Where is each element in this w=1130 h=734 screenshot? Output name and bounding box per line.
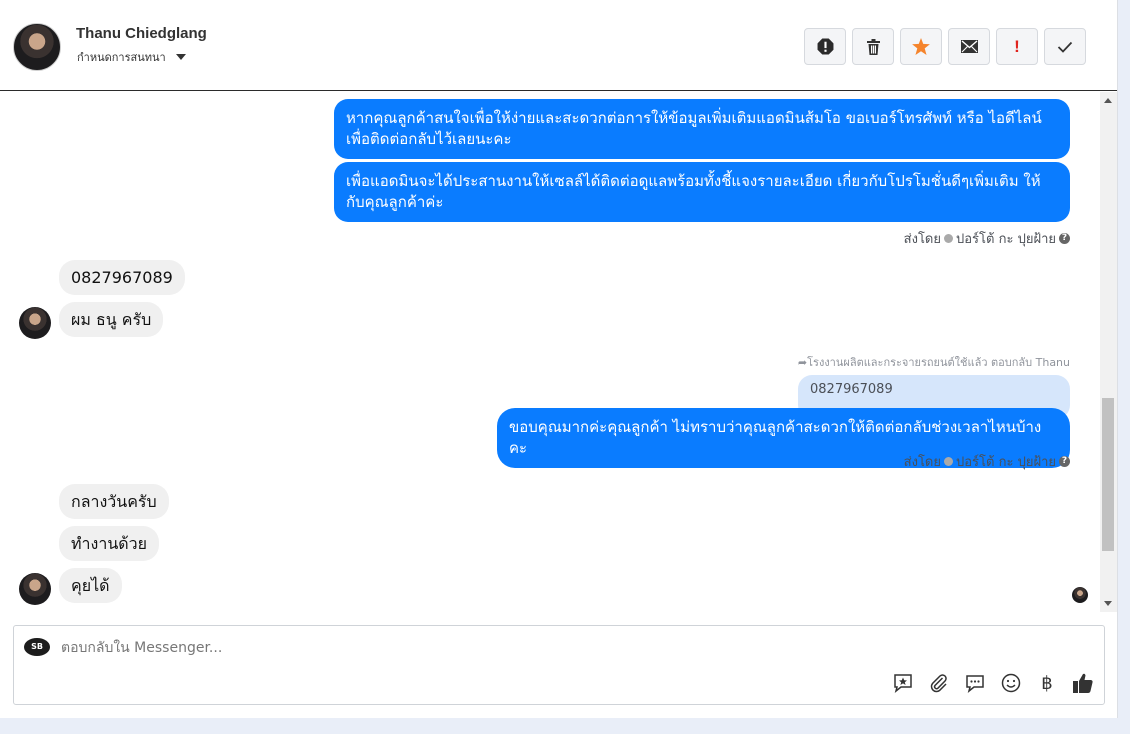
envelope-icon [960,40,978,53]
conversation-menu-label: กำหนดการสนทนา [77,51,166,64]
incoming-message[interactable]: คุยได้ [59,568,122,603]
seen-indicator-avatar [1072,587,1088,603]
outgoing-message[interactable]: เพื่อแอดมินจะได้ประสานงานให้เซลล์ได้ติดต… [334,162,1070,222]
attach-button[interactable] [928,672,950,694]
exclamation-icon: ! [1014,36,1020,56]
check-icon [1057,41,1073,53]
incoming-message[interactable]: ผม ธนู ครับ [59,302,164,337]
sent-by-info: ส่งโดย ปอร์โต้ กะ ปุยฝ้าย ? [904,451,1070,472]
thread-scrollbar[interactable] [1100,92,1117,612]
reply-context: ➦โรงงานผลิตและกระจายรถยนต์ใช้แล้ว ตอบกลั… [798,353,1070,371]
scroll-down-arrow-icon[interactable] [1104,601,1112,606]
help-icon[interactable]: ? [1059,233,1070,244]
thumbs-up-icon [1073,673,1093,693]
conversation-panel: Thanu Chiedglang กำหนดการสนทนา ! หากคุณล… [0,0,1118,718]
email-button[interactable] [948,28,990,65]
message-thread[interactable]: หากคุณลูกค้าสนใจเพื่อให้ง่ายและสะดวกต่อก… [0,92,1100,612]
exclamation-circle-icon [817,38,833,55]
header-actions: ! [804,28,1086,65]
smiley-icon [1001,673,1021,693]
report-spam-button[interactable] [804,28,846,65]
sender-icon [944,234,953,243]
delete-button[interactable] [852,28,894,65]
outgoing-message[interactable]: หากคุณลูกค้าสนใจเพื่อให้ง่ายและสะดวกต่อก… [334,99,1070,159]
like-button[interactable] [1072,672,1094,694]
contact-avatar-small [19,573,51,605]
conversation-menu[interactable]: กำหนดการสนทนา [77,48,186,66]
mark-important-button[interactable]: ! [996,28,1038,65]
chat-bubble-icon [966,675,984,693]
saved-reply-button[interactable] [892,672,914,694]
conversation-header: Thanu Chiedglang กำหนดการสนทนา ! [0,0,1117,91]
reply-context-text: โรงงานผลิตและกระจายรถยนต์ใช้แล้ว ตอบกลับ… [807,356,1070,369]
page-logo: SB [24,638,50,656]
incoming-message[interactable]: 0827967089 [59,260,185,295]
paperclip-icon [930,674,947,693]
reply-input[interactable] [61,637,861,659]
contact-name[interactable]: Thanu Chiedglang [76,25,207,42]
caret-down-icon [175,54,186,60]
contact-avatar[interactable] [13,23,61,71]
baht-icon: ฿ [1041,672,1053,694]
trash-icon [866,38,880,55]
emoji-button[interactable] [1000,672,1022,694]
sent-by-info: ส่งโดย ปอร์โต้ กะ ปุยฝ้าย ? [904,228,1070,249]
saved-reply-icon [894,674,912,693]
scroll-thumb[interactable] [1102,398,1114,551]
star-button[interactable] [900,28,942,65]
quick-reply-button[interactable] [964,672,986,694]
incoming-message[interactable]: ทำงานด้วย [59,526,160,561]
reply-composer: SB ตอบกลับใน Messenger... ฿ [13,625,1105,705]
reply-arrow-icon: ➦ [797,356,808,369]
composer-tools: ฿ [892,672,1094,694]
contact-avatar-small [19,307,51,339]
sender-name: ปอร์โต้ กะ ปุยฝ้าย [956,232,1056,247]
mark-done-button[interactable] [1044,28,1086,65]
help-icon[interactable]: ? [1059,456,1070,467]
sent-by-label: ส่งโดย [903,232,941,247]
sent-by-label: ส่งโดย [903,455,941,470]
sender-icon [944,457,953,466]
scroll-up-arrow-icon[interactable] [1104,98,1112,103]
sender-name: ปอร์โต้ กะ ปุยฝ้าย [956,455,1056,470]
payment-button[interactable]: ฿ [1036,672,1058,694]
incoming-message[interactable]: กลางวันครับ [59,484,169,519]
star-icon [912,38,930,55]
